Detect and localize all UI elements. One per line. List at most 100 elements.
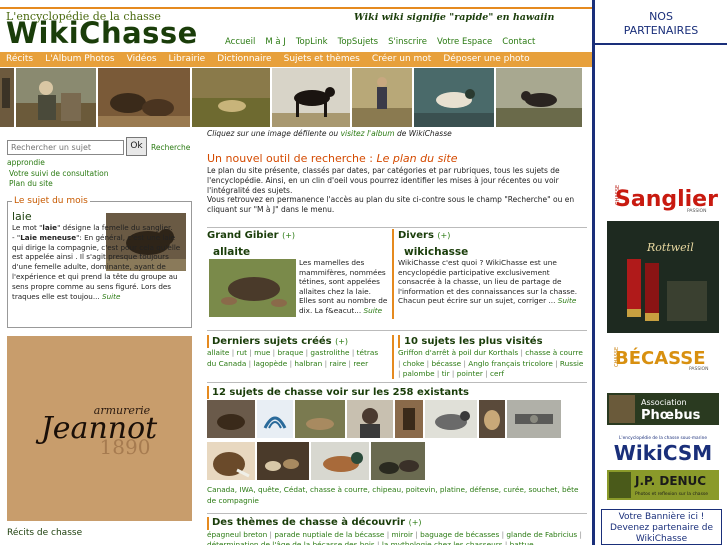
douze-sujet-link[interactable]: Canada <box>207 485 235 494</box>
derniers-sujet-link[interactable]: braque <box>277 348 303 357</box>
douze-sujet-link[interactable]: Cédat <box>284 485 306 494</box>
new-tool-title-b[interactable]: Le plan du site <box>377 152 458 165</box>
sujet-suite-link[interactable]: Suite <box>102 292 120 301</box>
topnav-votre-espace[interactable]: Votre Espace <box>437 37 492 47</box>
derniers-sujet-link[interactable]: raire <box>329 359 346 368</box>
thumb-iwa[interactable] <box>257 400 293 438</box>
photo-field-dog[interactable] <box>192 68 270 127</box>
thumb-souchet[interactable] <box>311 442 369 480</box>
photo-dog-bird[interactable] <box>496 68 582 127</box>
plus-visite-link[interactable]: Griffon d'arrêt à poil dur Korthals <box>398 348 518 357</box>
derniers-sujet-link[interactable]: halbran <box>294 359 322 368</box>
topnav-maj[interactable]: M à J <box>265 37 285 47</box>
plus-visite-link[interactable]: Russie <box>560 359 584 368</box>
search-ok-button[interactable]: Ok <box>126 137 147 156</box>
topnav-inscrire[interactable]: S'inscrire <box>388 37 427 47</box>
derniers-sujet-link[interactable]: rut <box>237 348 248 357</box>
menu-recits[interactable]: Récits <box>0 52 39 67</box>
jp-denuc-ad[interactable]: J.P. DENUC Photos et reflexion sur la ch… <box>607 470 719 500</box>
suivi-link[interactable]: Votre suivi de consultation <box>9 169 109 178</box>
advanced-search-link-2[interactable]: approndie <box>7 158 45 167</box>
menu-videos[interactable]: Vidéos <box>121 52 163 67</box>
themes-plus[interactable]: (+) <box>409 518 422 527</box>
topnav-topsujets[interactable]: TopSujets <box>338 37 378 47</box>
theme-link[interactable]: détermination de l'âge de la bécasse des… <box>207 540 375 545</box>
thumb-defense[interactable] <box>207 442 255 480</box>
derniers-sujet-link[interactable]: mue <box>254 348 270 357</box>
menu-dictionnaire[interactable]: Dictionnaire <box>211 52 277 67</box>
advanced-search-link[interactable]: Recherche <box>151 143 190 152</box>
derniers-sujet-link[interactable]: allaite <box>207 348 229 357</box>
douze-sujet-link[interactable]: quête <box>258 485 279 494</box>
sanglier-passion-ad[interactable]: CHASSE Sanglier PASSION <box>607 180 719 214</box>
theme-link[interactable]: épagneul breton <box>207 530 267 539</box>
douze-sujet-link[interactable]: chipeau <box>372 485 401 494</box>
plus-visite-link[interactable]: chasse à courre <box>525 348 583 357</box>
douze-sujet-link[interactable]: platine <box>440 485 465 494</box>
divers-word[interactable]: wikichasse <box>404 246 468 258</box>
sujet-du-mois-word[interactable]: laie <box>12 210 32 223</box>
topnav-accueil[interactable]: Accueil <box>225 37 255 47</box>
menu-sujets-themes[interactable]: Sujets et thèmes <box>278 52 366 67</box>
douze-sujet-link[interactable]: défense <box>470 485 499 494</box>
douze-sujet-link[interactable]: souchet <box>529 485 558 494</box>
search-input[interactable] <box>7 140 124 155</box>
theme-link[interactable]: la mythologie chez les chasseurs <box>382 540 503 545</box>
menu-librairie[interactable]: Librairie <box>163 52 212 67</box>
douze-sujet-link[interactable]: poitevin <box>406 485 435 494</box>
menu-deposer-photo[interactable]: Déposer une photo <box>437 52 535 67</box>
thumb-platine[interactable] <box>507 400 561 438</box>
divers-plus[interactable]: (+) <box>437 231 450 240</box>
grand-gibier-plus[interactable]: (+) <box>282 231 295 240</box>
plus-visite-link[interactable]: cerf <box>490 369 504 378</box>
theme-link[interactable]: parade nuptiale de la bécasse <box>274 530 384 539</box>
derniers-sujet-link[interactable]: reer <box>353 359 368 368</box>
photo-hunter-walking[interactable] <box>352 68 412 127</box>
thumb-curee[interactable] <box>257 442 309 480</box>
topnav-toplink[interactable]: TopLink <box>296 37 328 47</box>
theme-link[interactable]: miroir <box>392 530 413 539</box>
topnav-contact[interactable]: Contact <box>502 37 535 47</box>
derniers-sujet-link[interactable]: gastrolithe <box>310 348 349 357</box>
plus-visite-link[interactable]: Anglo français tricolore <box>468 359 553 368</box>
plus-visite-link[interactable]: choke <box>403 359 425 368</box>
plan-du-site-link[interactable]: Plan du site <box>9 179 53 188</box>
becasse-passion-ad[interactable]: CHASSE BÉCASSE PASSION <box>607 342 719 372</box>
boar-piglets-photo[interactable] <box>209 259 296 317</box>
photo-black-dog[interactable] <box>272 68 350 127</box>
plus-visite-link[interactable]: pointer <box>457 369 483 378</box>
menu-album-photos[interactable]: L'Album Photos <box>39 52 121 67</box>
armurerie-jeannot-ad[interactable]: armurerie Jeannot 1890 <box>7 336 192 521</box>
thumb-canada[interactable] <box>207 400 255 438</box>
plus-visite-link[interactable]: bécasse <box>431 359 461 368</box>
thumb-poitevin[interactable] <box>479 400 505 438</box>
plus-visite-link[interactable]: tir <box>442 369 450 378</box>
thumb-quete[interactable] <box>295 400 345 438</box>
phoebus-ad[interactable]: Association Phœbus <box>607 393 719 425</box>
rottweil-ad[interactable]: Rottweil <box>607 221 719 333</box>
photo-boars[interactable] <box>98 68 190 127</box>
derniers-sujet-link[interactable]: lagopède <box>253 359 287 368</box>
menu-creer-mot[interactable]: Créer un mot <box>366 52 438 67</box>
photo-duck-water[interactable] <box>414 68 494 127</box>
douze-sujet-link[interactable]: IWA <box>239 485 253 494</box>
thumb-chipeau[interactable] <box>425 400 477 438</box>
theme-link[interactable]: glande de Fabricius <box>506 530 577 539</box>
plus-visite-link[interactable]: palombe <box>403 369 435 378</box>
visit-album-link[interactable]: visitez l'album <box>341 129 395 138</box>
site-logo[interactable]: WikiChasse <box>6 16 198 50</box>
photo-hunters-group[interactable] <box>16 68 96 127</box>
douze-sujet-link[interactable]: chasse à courre <box>310 485 368 494</box>
grand-gibier-word[interactable]: allaite <box>213 246 250 258</box>
thumb-cedat[interactable] <box>347 400 393 438</box>
photo-hunter-edge[interactable] <box>0 68 14 127</box>
wikicsm-ad[interactable]: L'encyclopédie de la chasse sous-marine … <box>607 432 719 464</box>
votre-banniere-link[interactable]: Votre Bannière ici ! Devenez partenaire … <box>601 509 722 545</box>
thumb-bete-compagnie[interactable] <box>371 442 425 480</box>
douze-sujet-link[interactable]: curée <box>503 485 523 494</box>
theme-link[interactable]: baguage de bécasses <box>420 530 499 539</box>
divers-suite-link[interactable]: Suite <box>558 296 577 305</box>
thumb-chasse-courre[interactable] <box>395 400 423 438</box>
grand-gibier-suite-link[interactable]: Suite <box>363 306 382 315</box>
derniers-plus[interactable]: (+) <box>335 337 348 346</box>
